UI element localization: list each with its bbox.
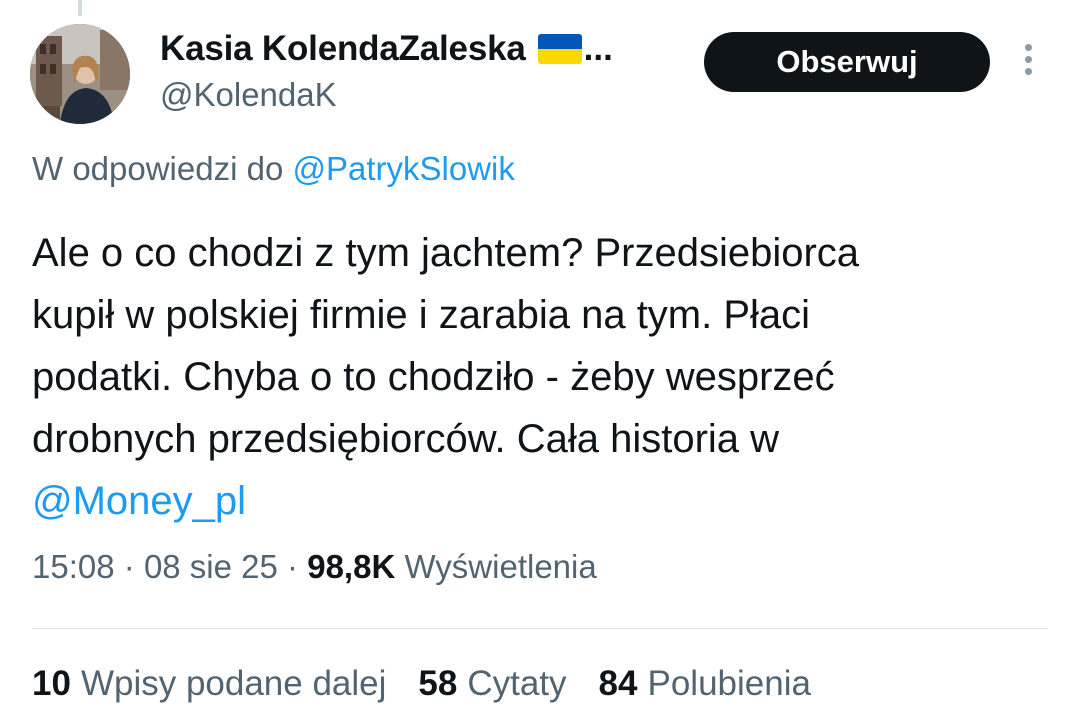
tweet-text-line: Ale o co chodzi z tym jachtem? Przedsieb…	[32, 231, 860, 275]
engagement-stats: 10 Wpisy podane dalej 58 Cytaty 84 Polubien…	[32, 664, 843, 704]
meta-separator: ·	[123, 548, 135, 585]
reply-to-mention-link[interactable]: @PatrykSlowik	[292, 150, 514, 187]
avatar[interactable]	[30, 24, 130, 124]
tweet-text-line: kupił w polskiej firmie i zarabia na tym…	[32, 293, 811, 337]
reply-context: W odpowiedzi do @PatrykSlowik	[32, 150, 515, 188]
thread-connector-line	[78, 0, 82, 16]
meta-separator: ·	[287, 548, 299, 585]
more-options-icon[interactable]	[1016, 44, 1040, 84]
tweet-text-line: podatki. Chyba o to chodziło - żeby wesp…	[32, 355, 835, 399]
tweet-date[interactable]: 08 sie 25	[144, 548, 278, 585]
tweet-mention-link[interactable]: @Money_pl	[32, 470, 1062, 532]
follow-button[interactable]: Obserwuj	[704, 32, 990, 92]
quotes-stat[interactable]: 58 Cytaty	[418, 664, 566, 704]
flag-top-stripe	[537, 34, 582, 49]
name-truncation-ellipsis: ...	[583, 29, 613, 68]
author-handle[interactable]: @KolendaK	[160, 76, 337, 114]
likes-stat[interactable]: 84 Polubienia	[599, 664, 811, 704]
flag-bottom-stripe	[537, 49, 582, 64]
likes-label: Polubienia	[647, 664, 811, 703]
tweet-text: Ale o co chodzi z tym jachtem? Przedsieb…	[32, 222, 1062, 532]
likes-count: 84	[598, 664, 638, 703]
author-display-name[interactable]: Kasia KolendaZaleska	[160, 29, 526, 69]
reposts-label: Wpisy podane dalej	[80, 664, 387, 703]
divider	[32, 628, 1048, 629]
author-name-row[interactable]: Kasia KolendaZaleska ...	[160, 26, 613, 72]
reposts-count: 10	[32, 664, 71, 703]
quotes-label: Cytaty	[467, 664, 567, 703]
reply-to-prefix: W odpowiedzi do	[32, 150, 284, 187]
views-count: 98,8K	[307, 548, 396, 585]
avatar-image	[30, 24, 130, 124]
views-label: Wyświetlenia	[404, 548, 597, 585]
tweet-meta: 15:08 · 08 sie 25 · 98,8K Wyświetlenia	[32, 548, 597, 586]
tweet-text-line: drobnych przedsiębiorców. Cała historia …	[32, 417, 780, 461]
ukraine-flag-icon	[537, 34, 582, 64]
quotes-count: 58	[418, 664, 458, 703]
tweet-time[interactable]: 15:08	[32, 548, 115, 585]
reposts-stat[interactable]: 10 Wpisy podane dalej	[32, 664, 386, 704]
